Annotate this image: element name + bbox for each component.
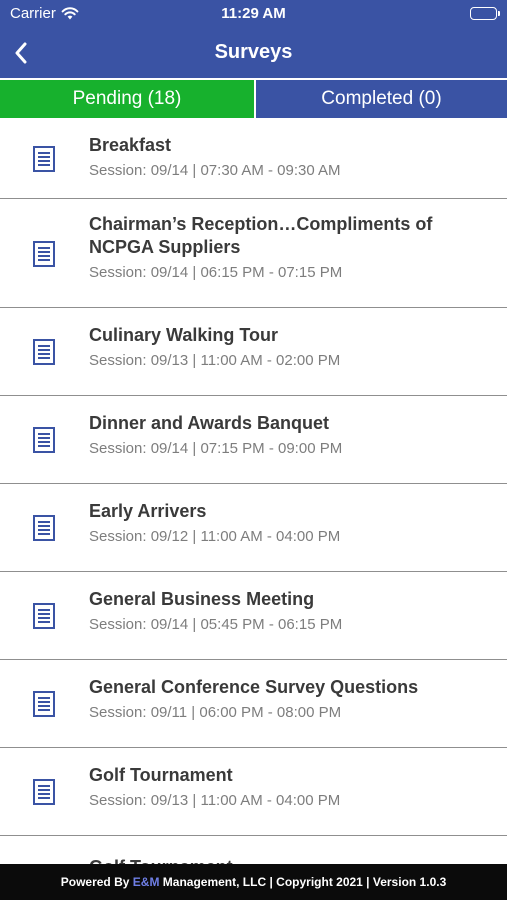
- survey-name: General Business Meeting: [89, 589, 315, 609]
- footer-brand: E&M: [132, 875, 160, 889]
- tab-completed[interactable]: Completed (0): [254, 80, 507, 118]
- survey-session: Session: 09/12 | 11:00 AM - 04:00 PM: [89, 528, 341, 545]
- survey-session: Session: 09/14 | 07:15 PM - 09:00 PM: [89, 440, 343, 457]
- survey-row[interactable]: Golf Tournament: [0, 836, 507, 864]
- survey-session: Session: 09/14 | 05:45 PM - 06:15 PM: [89, 616, 343, 633]
- page-title: Surveys: [214, 41, 293, 63]
- survey-name: Culinary Walking Tour: [89, 325, 279, 345]
- survey-row[interactable]: Early Arrivers Session: 09/12 | 11:00 AM …: [0, 484, 507, 572]
- survey-row[interactable]: Breakfast Session: 09/14 | 07:30 AM - 09:…: [0, 118, 507, 199]
- survey-row[interactable]: Chairman’s Reception…Compliments of NCPG…: [0, 199, 507, 308]
- document-icon: [33, 779, 55, 805]
- survey-row[interactable]: General Business Meeting Session: 09/14 |…: [0, 572, 507, 660]
- document-icon: [33, 427, 55, 453]
- survey-session: Session: 09/13 | 11:00 AM - 02:00 PM: [89, 352, 341, 369]
- status-time: 11:29 AM: [221, 5, 286, 22]
- survey-name: Early Arrivers: [89, 501, 207, 521]
- document-icon: [33, 146, 55, 172]
- survey-row[interactable]: Culinary Walking Tour Session: 09/13 | 11…: [0, 308, 507, 396]
- survey-tabs: Pending (18) Completed (0): [0, 78, 507, 118]
- survey-name: Golf Tournament: [89, 856, 493, 864]
- survey-session: Session: 09/14 | 06:15 PM - 07:15 PM: [89, 264, 343, 281]
- document-icon: [33, 603, 55, 629]
- status-bar: Carrier 11:29 AM: [0, 0, 507, 28]
- document-icon: [33, 241, 55, 267]
- survey-name: Breakfast: [89, 135, 172, 155]
- survey-session: Session: 09/13 | 11:00 AM - 04:00 PM: [89, 792, 341, 809]
- survey-row[interactable]: Golf Tournament Session: 09/13 | 11:00 AM…: [0, 748, 507, 836]
- document-icon: [33, 339, 55, 365]
- survey-list: Breakfast Session: 09/14 | 07:30 AM - 09:…: [0, 118, 507, 864]
- survey-name: Chairman’s Reception…Compliments of NCPG…: [89, 214, 433, 257]
- survey-session: Session: 09/14 | 07:30 AM - 09:30 AM: [89, 162, 341, 179]
- footer: Powered By E&M Management, LLC | Copyrig…: [0, 864, 507, 900]
- document-icon: [33, 691, 55, 717]
- tab-pending[interactable]: Pending (18): [0, 80, 254, 118]
- survey-name: Golf Tournament: [89, 765, 233, 785]
- survey-name: General Conference Survey Questions: [89, 677, 419, 697]
- navigation-bar: Surveys: [0, 28, 507, 78]
- footer-prefix: Powered By: [60, 875, 133, 889]
- survey-row[interactable]: Dinner and Awards Banquet Session: 09/14 …: [0, 396, 507, 484]
- survey-name: Dinner and Awards Banquet: [89, 413, 330, 433]
- survey-session: Session: 09/11 | 06:00 PM - 08:00 PM: [89, 704, 342, 721]
- document-icon: [33, 515, 55, 541]
- footer-suffix: Management, LLC | Copyright 2021 | Versi…: [159, 875, 447, 889]
- survey-row[interactable]: General Conference Survey Questions Sessi…: [0, 660, 507, 748]
- battery-icon: [470, 7, 500, 20]
